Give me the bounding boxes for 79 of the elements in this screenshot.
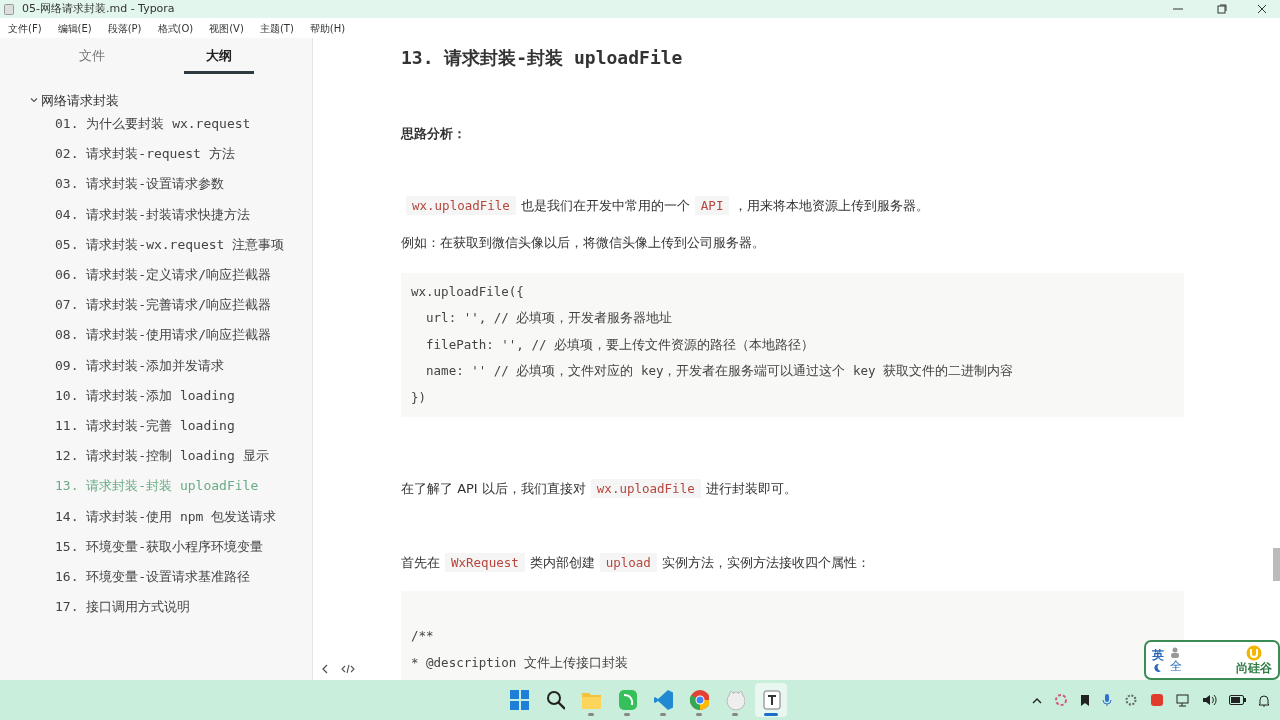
menu-item[interactable]: 视图(V) — [205, 20, 248, 36]
window-title: 05-网络请求封装.md - Typora — [22, 0, 175, 17]
u-logo-icon — [1246, 645, 1262, 661]
paragraph-text: 实例方法，实例方法接收四个属性： — [661, 555, 870, 570]
brand-label: 尚硅谷 — [1236, 661, 1272, 675]
scrollbar-thumb[interactable] — [1273, 548, 1280, 581]
code-line: name: '' // 必填项，文件对应的 key，开发者在服务端可以通过这个 key 获取文件的二进制内容 — [425, 362, 1014, 380]
outline-item[interactable]: 03. 请求封装-设置请求参数 — [0, 169, 312, 200]
outline-item[interactable]: 12. 请求封装-控制 loading 显示 — [0, 440, 312, 471]
speaker-icon[interactable] — [1202, 694, 1217, 706]
paragraph-text: 首先在 — [401, 555, 440, 570]
section-label: 思路分析： — [401, 125, 467, 143]
chevron-left-icon[interactable] — [321, 664, 329, 674]
document-app-icon — [761, 689, 781, 711]
cat-icon — [725, 689, 745, 711]
sidebar-tab[interactable]: 文件 — [57, 38, 127, 74]
outline-item[interactable]: 02. 请求封装-request 方法 — [0, 138, 312, 170]
microphone-icon[interactable] — [1102, 693, 1112, 707]
outline-item[interactable]: 01. 为什么要封装 wx.request — [0, 108, 312, 139]
windows-icon — [509, 689, 529, 711]
outline-item[interactable]: 08. 请求封装-使用请求/响应拦截器 — [0, 320, 312, 351]
outline-item[interactable]: 17. 接口调用方式说明 — [0, 591, 312, 622]
inline-code: wx.uploadFile — [590, 479, 701, 498]
browser-icon — [689, 689, 709, 711]
input-mode-label: 英 — [1152, 647, 1164, 663]
chevron-up-icon[interactable] — [1032, 696, 1042, 704]
outline-item[interactable]: 06. 请求封装-定义请求/响应拦截器 — [0, 259, 312, 290]
menu-item[interactable]: 段落(P) — [103, 20, 146, 36]
code-line: /** — [411, 627, 434, 645]
ime-toolbar[interactable]: 英 全 尚硅谷 — [1144, 640, 1280, 680]
sidebar-tab[interactable]: 大纲 — [184, 38, 254, 74]
outline-item[interactable]: 11. 请求封装-完善 loading — [0, 410, 312, 441]
inline-code: WxRequest — [445, 553, 525, 572]
battery-icon[interactable] — [1229, 695, 1246, 705]
paragraph-text: 类内部创建 — [529, 555, 595, 570]
outline-item[interactable]: 10. 请求封装-添加 loading — [0, 380, 312, 411]
outline-item[interactable]: 07. 请求封装-完善请求/响应拦截器 — [0, 289, 312, 321]
code-line: filePath: '', // 必填项，要上传文件资源的路径（本地路径） — [425, 335, 814, 354]
code-line: wx.uploadFile({ — [411, 282, 524, 301]
outline-item[interactable]: 05. 请求封装-wx.request 注意事项 — [0, 229, 312, 260]
outline-item[interactable]: 16. 环境变量-设置请求基准路径 — [0, 561, 312, 592]
inline-code: API — [694, 195, 730, 215]
bookmark-icon[interactable] — [1080, 693, 1090, 707]
outline-item[interactable]: 09. 请求封装-添加并发请求 — [0, 350, 312, 381]
menu-item[interactable]: 文件(F) — [4, 20, 46, 36]
leaf-app-icon — [617, 689, 637, 711]
width-mode-label: 全 — [1170, 658, 1182, 674]
paragraph-text: 在了解了 API 以后，我们直接对 — [401, 481, 586, 496]
paragraph-text: 例如：在获取到微信头像以后，将微信头像上传到公司服务器。 — [401, 234, 765, 250]
app-icon — [4, 3, 14, 15]
outline-item[interactable]: 14. 请求封装-使用 npm 包发送请求 — [0, 501, 312, 532]
code-line: }) — [411, 388, 427, 407]
maximize-icon — [1217, 3, 1227, 14]
paragraph-text: 进行封装即可。 — [705, 481, 797, 496]
menu-item[interactable]: 主题(T) — [255, 20, 298, 36]
menu-item[interactable]: 帮助(H) — [305, 20, 350, 36]
inline-code: upload — [599, 553, 657, 572]
code-line: url: '', // 必填项，开发者服务器地址 — [425, 309, 673, 327]
paragraph-text: 也是我们在开发中常用的一个 — [520, 197, 690, 213]
taskbar-button[interactable] — [755, 683, 787, 717]
heading: 13. 请求封装-封装 uploadFile — [401, 47, 684, 69]
outline-item[interactable]: 04. 请求封装-封装请求快捷方法 — [0, 199, 312, 230]
code-icon[interactable] — [341, 664, 355, 674]
close-icon — [1257, 3, 1267, 14]
code-line: * @description 文件上传接口封装 — [411, 653, 628, 672]
user-icon — [1170, 646, 1180, 659]
outline-item[interactable]: 15. 环境变量-获取小程序环境变量 — [0, 531, 312, 562]
outline-item[interactable]: 网络请求封装 — [0, 73, 312, 109]
caret-down-icon[interactable] — [30, 96, 38, 105]
inline-code: wx.uploadFile — [406, 195, 516, 215]
menu-item[interactable]: 格式(O) — [153, 20, 198, 36]
code-editor-icon — [653, 689, 673, 711]
app-tray-icon[interactable] — [1150, 693, 1164, 707]
network-icon[interactable] — [1176, 693, 1190, 707]
paragraph-text: ，用来将本地资源上传到服务器。 — [734, 197, 930, 213]
search-icon — [545, 689, 565, 711]
menu-item[interactable]: 编辑(E) — [53, 20, 96, 36]
moon-icon — [1152, 662, 1162, 673]
bell-icon[interactable] — [1258, 693, 1270, 707]
